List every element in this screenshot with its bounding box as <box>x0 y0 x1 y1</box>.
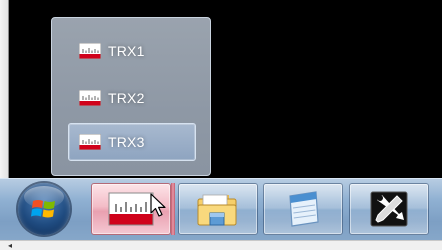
jump-list-item-trx2[interactable]: TRX2 <box>68 79 196 117</box>
jump-list-item-label: TRX3 <box>108 134 145 150</box>
jump-list-item-trx1[interactable]: TRX1 <box>68 32 196 70</box>
taskbar-button-notepad[interactable] <box>263 183 343 235</box>
folder-icon <box>197 194 237 226</box>
ruler-app-icon <box>79 90 101 106</box>
desktop-screen: TRX1 TRX2 TRX3 ◂ <box>0 0 442 250</box>
tools-icon <box>370 191 408 227</box>
taskbar-button-separator <box>171 183 175 235</box>
horizontal-scrollbar[interactable]: ◂ <box>0 240 442 250</box>
taskbar-button-explorer[interactable] <box>178 183 258 235</box>
notepad-icon <box>289 191 319 227</box>
windows-logo-icon <box>31 200 55 218</box>
start-button[interactable] <box>18 183 70 235</box>
taskbar-jump-list: TRX1 TRX2 TRX3 <box>51 17 211 176</box>
scroll-left-arrow-icon[interactable]: ◂ <box>8 242 12 250</box>
ruler-app-icon <box>79 134 101 150</box>
taskbar <box>0 178 442 240</box>
jump-list-item-trx3[interactable]: TRX3 <box>68 123 196 161</box>
jump-list-item-label: TRX2 <box>108 90 145 106</box>
mouse-pointer-icon <box>150 193 166 217</box>
background-window-edge <box>0 0 9 178</box>
taskbar-button-tools[interactable] <box>349 183 429 235</box>
ruler-app-icon <box>108 192 154 226</box>
ruler-app-icon <box>79 43 101 59</box>
jump-list-item-label: TRX1 <box>108 43 145 59</box>
